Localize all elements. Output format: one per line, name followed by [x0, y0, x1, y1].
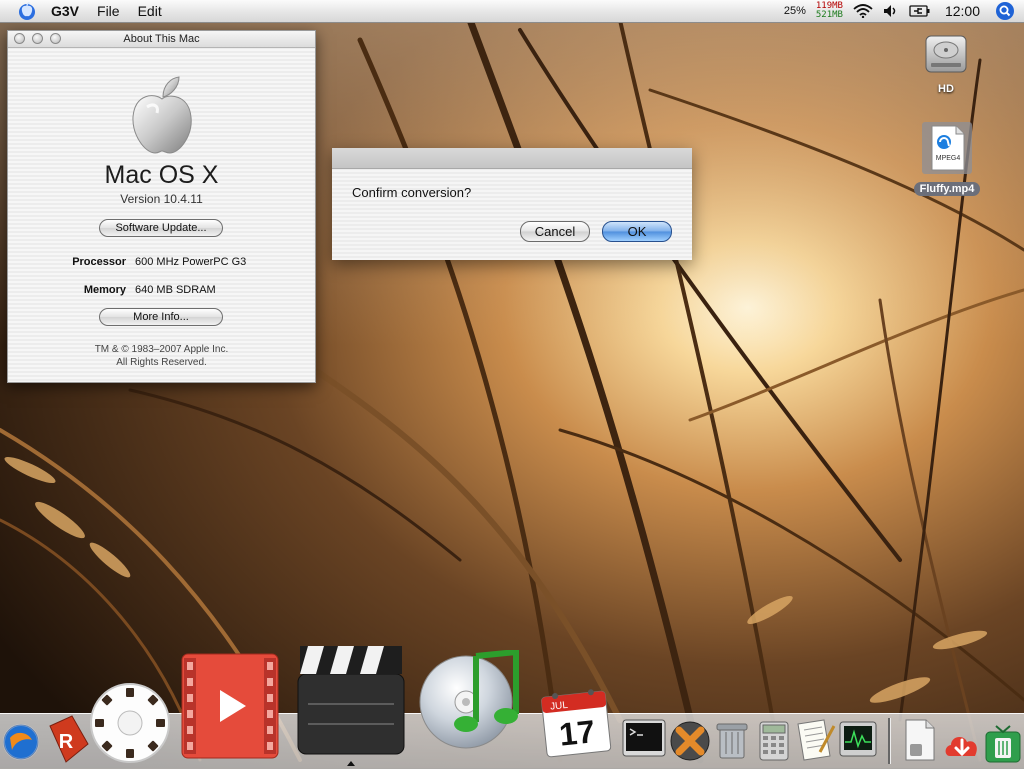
about-titlebar[interactable]: About This Mac [8, 31, 315, 48]
calendar-graphic: JUL 17 [541, 689, 612, 758]
about-this-mac-window: About This Mac Mac OS X Version 10.4.11 … [7, 30, 316, 383]
apple-logo-icon [132, 76, 192, 154]
dialog-top-bar [332, 148, 692, 169]
hd-label: HD [938, 83, 954, 95]
ical-icon[interactable]: JUL 17 [538, 686, 614, 760]
processor-value: 600 MHz PowerPC G3 [135, 256, 247, 268]
calendar-month: JUL [550, 700, 569, 713]
volume-icon[interactable] [883, 4, 899, 18]
calendar-day: 17 [557, 713, 596, 753]
video-player-icon[interactable] [180, 652, 280, 760]
os-name: Mac OS X [104, 161, 219, 189]
ok-button[interactable]: OK [602, 221, 672, 242]
fluffy-file-label: Fluffy.mp4 [913, 182, 981, 196]
mpeg4-file-icon: MPEG4 [922, 122, 972, 174]
activity-monitor-icon[interactable] [838, 720, 878, 760]
close-button[interactable] [14, 33, 25, 44]
hd-desktop-icon[interactable]: HD [918, 30, 974, 95]
wifi-icon[interactable] [853, 4, 873, 18]
tv-trash-icon[interactable] [984, 724, 1022, 764]
file-badge-text: MPEG4 [936, 155, 961, 162]
confirm-dialog: Confirm conversion? Cancel OK [332, 148, 692, 260]
minimize-button[interactable] [32, 33, 43, 44]
apple-menu-icon[interactable] [17, 1, 37, 21]
memory-label: Memory [83, 284, 126, 296]
memory-meter[interactable]: 119MB 521MB [816, 2, 843, 20]
hard-drive-icon [925, 35, 967, 73]
file-menu[interactable]: File [97, 3, 120, 19]
os-version: Version 10.4.11 [120, 192, 203, 206]
menu-extras: 25% 119MB 521MB 12:00 [784, 0, 1024, 22]
cpu-usage[interactable]: 25% [784, 5, 806, 17]
clapperboard-icon[interactable] [294, 640, 408, 756]
calculator-icon[interactable] [758, 720, 790, 762]
copyright-line1: TM & © 1983–2007 Apple Inc. [94, 344, 229, 355]
terminal-icon[interactable] [621, 718, 667, 760]
menu-clock[interactable]: 12:00 [945, 3, 980, 19]
download-icon[interactable] [942, 726, 982, 762]
cancel-button[interactable]: Cancel [520, 221, 590, 242]
x-app-icon[interactable] [669, 720, 711, 762]
about-window-title: About This Mac [123, 33, 200, 45]
menu-bar: G3V File Edit 25% 119MB 521MB 12:00 [0, 0, 1024, 23]
dock-separator [888, 718, 891, 764]
fluffy-mp4-file-icon[interactable]: MPEG4 Fluffy.mp4 [903, 122, 991, 197]
dialog-message: Confirm conversion? [352, 185, 472, 200]
battery-power-icon[interactable] [909, 5, 931, 17]
trash-can-icon[interactable] [714, 718, 750, 762]
view-master-icon[interactable] [89, 682, 171, 764]
zoom-button[interactable] [50, 33, 61, 44]
running-indicator [347, 761, 355, 766]
app-menu[interactable]: G3V [51, 3, 79, 19]
more-info-button[interactable]: More Info... [99, 308, 223, 326]
memory-value: 640 MB SDRAM [135, 284, 216, 296]
edit-menu[interactable]: Edit [138, 3, 162, 19]
itunes-icon[interactable] [418, 650, 522, 750]
file-document-icon[interactable] [902, 718, 938, 762]
processor-label: Processor [72, 256, 126, 268]
textedit-icon[interactable] [794, 716, 836, 762]
red-r-app-icon[interactable]: R [44, 714, 90, 764]
copyright-line2: All Rights Reserved. [116, 357, 207, 368]
software-update-button[interactable]: Software Update... [99, 219, 223, 237]
finder-icon[interactable] [2, 720, 40, 762]
memory-free: 521MB [815, 10, 843, 20]
spotlight-icon[interactable] [994, 0, 1016, 22]
svg-text:R: R [59, 731, 74, 753]
